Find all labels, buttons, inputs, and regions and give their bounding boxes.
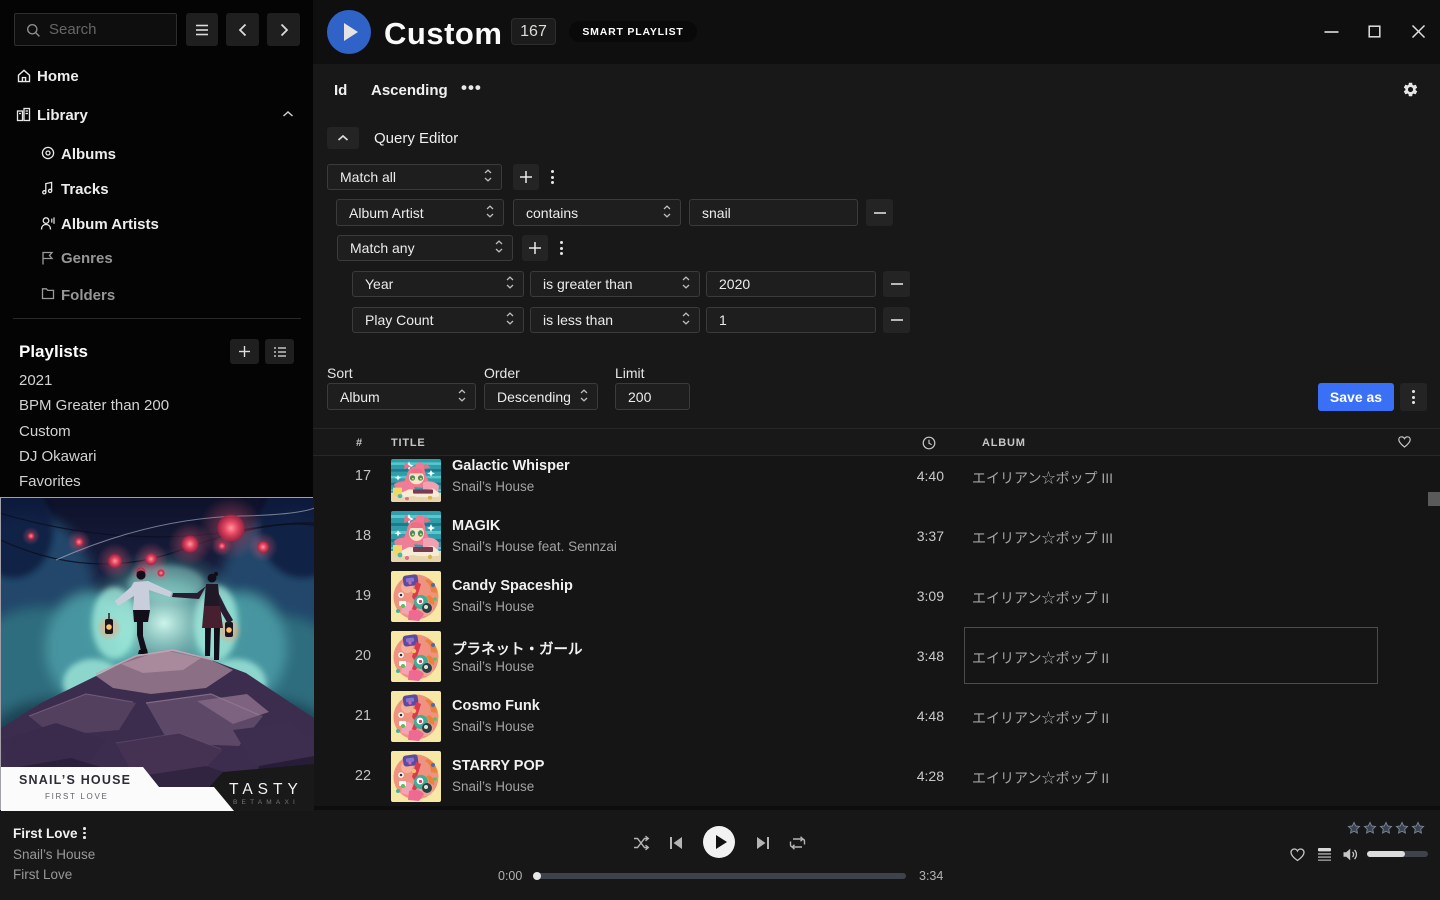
svg-text:FIRST LOVE: FIRST LOVE — [45, 792, 109, 801]
svg-text:TASTY: TASTY — [229, 781, 303, 798]
svg-text:BETAMAXI: BETAMAXI — [233, 799, 299, 806]
svg-text:SNAIL’S HOUSE: SNAIL’S HOUSE — [19, 773, 131, 787]
